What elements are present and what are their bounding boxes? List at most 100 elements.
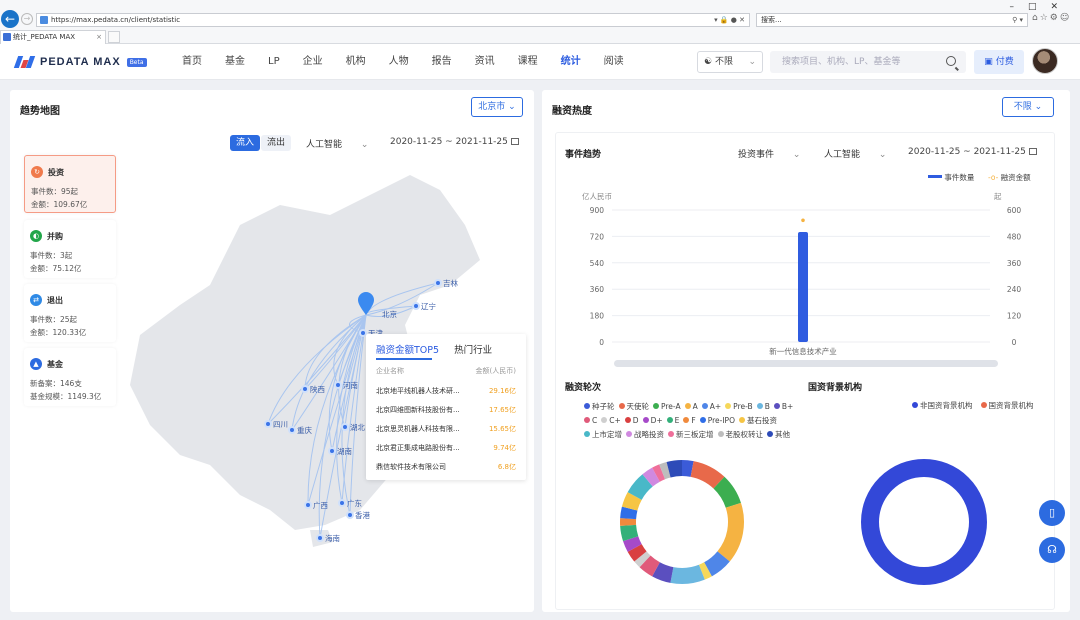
headset-icon[interactable]: ☊: [1039, 537, 1065, 563]
site-header: PEDATA MAX Beta 首页 基金 LP 企业 机构 人物 报告 资讯 课程 统计 阅读 ☯…: [0, 44, 1080, 80]
nav-item-7[interactable]: 资讯: [475, 44, 495, 80]
tab-hot-industry[interactable]: 热门行业: [454, 345, 492, 356]
right-tick-label: 480: [1007, 232, 1022, 241]
browser-toolbar-icons[interactable]: ⌂☆⚙☺: [1032, 13, 1071, 23]
nav-item-9[interactable]: 统计: [561, 44, 581, 80]
round-legend-item[interactable]: C+: [601, 414, 621, 428]
round-legend-item[interactable]: 种子轮: [584, 400, 615, 414]
nav-item-1[interactable]: 基金: [225, 44, 245, 80]
legend-amount[interactable]: -o- 融资金额: [988, 172, 1031, 183]
round-legend-label: Pre-B: [733, 402, 753, 411]
state-bg-legend-item[interactable]: 国资背景机构: [980, 401, 1034, 410]
top5-row[interactable]: 鼎信软件技术有限公司 6.8亿: [376, 462, 516, 472]
pedata-logo[interactable]: PEDATA MAX Beta: [13, 55, 147, 69]
financing-filter-select[interactable]: 不限 ⌄: [1002, 97, 1054, 117]
map-label-hubei: 湖北: [350, 423, 365, 432]
calendar-icon: [510, 138, 519, 145]
map-date-range[interactable]: 2020-11-25 ~ 2021-11-25: [390, 137, 519, 147]
nav-item-5[interactable]: 人物: [389, 44, 409, 80]
round-legend-item[interactable]: 战略投资: [626, 428, 664, 442]
map-node-henan: [334, 381, 342, 389]
region-select[interactable]: 北京市 ⌄: [471, 97, 523, 117]
stat-card-0[interactable]: ↻ 投资 事件数：95起 金额：109.67亿: [24, 155, 116, 213]
stat-card-name: 退出: [47, 296, 63, 305]
toggle-inflow[interactable]: 流入: [230, 135, 260, 151]
forward-arrow-icon[interactable]: →: [21, 13, 33, 25]
nav-search-input[interactable]: 搜索项目、机构、LP、基金等: [770, 51, 966, 73]
trend-industry-label: 人工智能: [824, 150, 861, 160]
round-legend-item[interactable]: B+: [773, 400, 793, 414]
nav-item-8[interactable]: 课程: [518, 44, 538, 80]
stat-card-1[interactable]: ◐ 并购 事件数：3起 金额：75.12亿: [24, 220, 116, 278]
nav-filter-select[interactable]: ☯ 不限 ⌄: [697, 51, 763, 73]
legend-dot: [624, 417, 631, 423]
mobile-icon[interactable]: ▯: [1039, 500, 1065, 526]
trend-industry-select[interactable]: 人工智能 ⌄: [824, 147, 886, 160]
avatar[interactable]: [1032, 48, 1058, 74]
top5-row[interactable]: 北京思灵机器人科技有限... 15.65亿: [376, 424, 516, 434]
top5-row[interactable]: 北京君正集成电路股份有... 9.74亿: [376, 443, 516, 453]
address-tools-icon[interactable]: ▾ 🔒 ● ✕: [714, 14, 745, 26]
round-legend-item[interactable]: 上市定增: [584, 428, 622, 442]
tab-top5[interactable]: 融资金额TOP5: [376, 345, 439, 356]
round-legend-item[interactable]: E: [666, 414, 679, 428]
trend-date-range[interactable]: 2020-11-25 ~ 2021-11-25: [908, 147, 1037, 157]
round-legend-item[interactable]: Pre-IPO: [699, 414, 735, 428]
round-legend-label: C: [592, 416, 598, 425]
tab-favicon-icon: [3, 33, 11, 41]
top5-amount: 15.65亿: [488, 425, 516, 433]
nav-item-6[interactable]: 报告: [432, 44, 452, 80]
back-arrow-icon[interactable]: ←: [1, 10, 19, 28]
browser-search-box[interactable]: 搜索... ⚲ ▾: [756, 13, 1028, 27]
right-tick-label: 600: [1007, 206, 1022, 215]
right-axis-unit: 起: [994, 192, 1002, 201]
round-legend-item[interactable]: Pre-A: [653, 400, 681, 414]
financing-filter-label: 不限: [1013, 102, 1032, 112]
left-tick-label: 900: [590, 206, 605, 215]
event-trend-chart: 亿人民币 起 0 0 180 120 360 240 540 360 720 480 900 600 新…: [582, 191, 1022, 367]
pay-button[interactable]: ▣ 付费: [974, 50, 1024, 74]
round-legend-item[interactable]: 天使轮: [618, 400, 649, 414]
stat-card-name: 并购: [47, 232, 63, 241]
round-legend-item[interactable]: B: [756, 400, 770, 414]
round-legend-item[interactable]: 其他: [767, 428, 790, 442]
map-node-guangxi: [304, 501, 312, 509]
window-controls[interactable]: –□✕: [1009, 2, 1072, 12]
nav-item-0[interactable]: 首页: [182, 44, 202, 80]
toggle-outflow[interactable]: 流出: [261, 135, 291, 151]
stat-card-line2: 金额：75.12亿: [30, 264, 82, 273]
stat-card-2[interactable]: ⇄ 退出 事件数：25起 金额：120.33亿: [24, 284, 116, 342]
search-icon[interactable]: [946, 56, 956, 66]
address-bar[interactable]: https://max.pedata.cn/client/statistic ▾…: [36, 13, 750, 27]
new-tab-button[interactable]: [108, 31, 120, 43]
nav-item-3[interactable]: 企业: [303, 44, 323, 80]
rounds-legend: 种子轮 天使轮 Pre-A A A+ Pre-B B B+ C C+ D D+ E F Pre-IPO 基石投…: [584, 400, 802, 442]
industry-select[interactable]: 人工智能 ⌄: [306, 137, 368, 150]
nav-filter-label: 不限: [714, 57, 733, 67]
round-legend-item[interactable]: A: [684, 400, 698, 414]
tab-close-icon[interactable]: ×: [96, 31, 102, 43]
round-legend-item[interactable]: 老股权转让: [717, 428, 764, 442]
stat-card-3[interactable]: ▲ 基金 新备案：146支 基金规模：1149.3亿: [24, 348, 116, 406]
top5-row[interactable]: 北京四维图新科技股份有... 17.65亿: [376, 405, 516, 415]
search-icon[interactable]: ⚲ ▾: [1012, 14, 1023, 26]
round-legend-item[interactable]: D: [624, 414, 639, 428]
round-legend-item[interactable]: 基石投资: [738, 414, 777, 428]
round-legend-item[interactable]: A+: [701, 400, 721, 414]
top5-row[interactable]: 北京地平线机器人技术研... 29.16亿: [376, 386, 516, 396]
nav-item-2[interactable]: LP: [268, 44, 280, 80]
nav-item-10[interactable]: 阅读: [604, 44, 624, 80]
round-legend-label: 老股权转让: [725, 430, 764, 439]
top5-company: 北京君正集成电路股份有...: [376, 444, 460, 452]
state-bg-legend-item[interactable]: 非国资背景机构: [912, 401, 973, 410]
map-node-jilin: [434, 279, 442, 287]
round-legend-item[interactable]: D+: [642, 414, 663, 428]
round-legend-item[interactable]: C: [584, 414, 597, 428]
round-legend-item[interactable]: Pre-B: [725, 400, 753, 414]
round-legend-item[interactable]: 新三板定增: [668, 428, 714, 442]
legend-event-count[interactable]: 事件数量: [928, 172, 974, 183]
browser-tab[interactable]: 统计_PEDATA MAX ×: [0, 30, 106, 44]
round-legend-item[interactable]: F: [683, 414, 696, 428]
nav-item-4[interactable]: 机构: [346, 44, 366, 80]
event-type-select[interactable]: 投资事件 ⌄: [738, 147, 800, 160]
